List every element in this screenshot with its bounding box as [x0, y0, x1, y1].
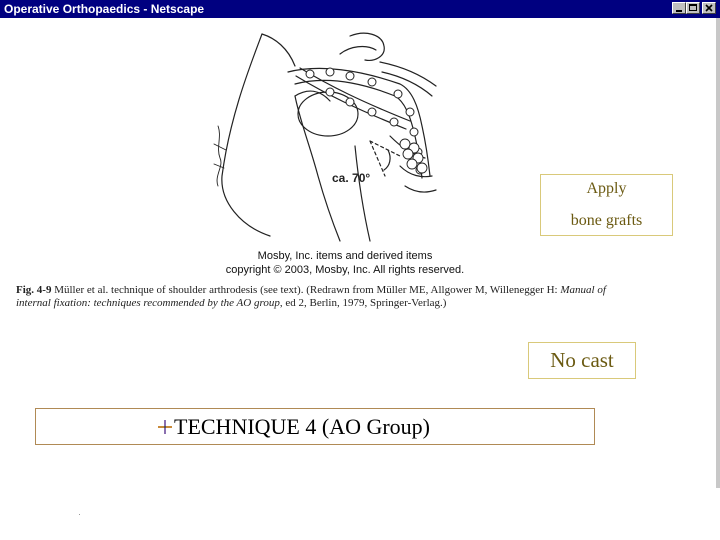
caption-line-1: Fig. 4-9 Müller et al. technique of shou…: [16, 284, 696, 297]
caption-text-2: , ed 2, Berlin, 1979, Springer-Verlag.): [279, 297, 447, 309]
technique-heading-box: TECHNIQUE 4 (AO Group): [35, 408, 595, 445]
caption-line-2: internal fixation: techniques recommende…: [16, 297, 696, 310]
caption-text-1: Müller et al. technique of shoulder arth…: [51, 284, 561, 296]
window-right-edge: [716, 18, 720, 488]
stray-dot: [79, 514, 80, 515]
window-titlebar[interactable]: Operative Orthopaedics - Netscape: [0, 0, 720, 18]
no-cast-callout: No cast: [528, 342, 636, 379]
bullet-icon: [158, 420, 172, 434]
credit-line-1: Mosby, Inc. items and derived items: [257, 250, 433, 262]
caption-book-1: Manual of: [560, 284, 606, 296]
figure-caption: Fig. 4-9 Müller et al. technique of shou…: [16, 284, 696, 310]
technique-title: TECHNIQUE 4 (AO Group): [174, 414, 431, 439]
minimize-icon[interactable]: [672, 2, 686, 14]
bone-grafts-callout: Apply bone grafts: [540, 174, 673, 236]
window-title: Operative Orthopaedics - Netscape: [4, 2, 205, 16]
bone-grafts-line-1: Apply: [586, 180, 627, 197]
close-icon[interactable]: [702, 2, 716, 14]
figure-label: Fig. 4-9: [16, 284, 52, 296]
credit-line-2: copyright © 2003, Mosby, Inc. All rights…: [225, 264, 465, 276]
maximize-icon[interactable]: [686, 2, 700, 14]
bone-grafts-line-2: bone grafts: [570, 212, 643, 229]
caption-book-2: internal fixation: techniques recommende…: [16, 297, 280, 309]
shoulder-arthrodesis-illustration: ca. 70°: [213, 32, 437, 242]
angle-label: ca. 70°: [332, 171, 370, 185]
